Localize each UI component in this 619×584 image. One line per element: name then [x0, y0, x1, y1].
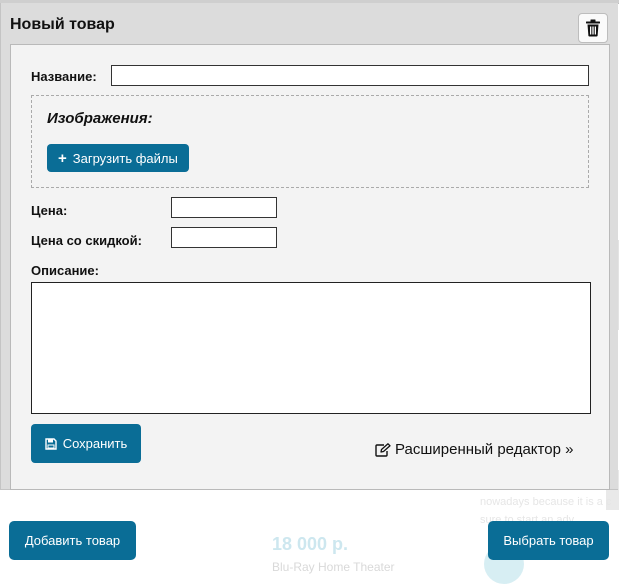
- plus-icon: +: [58, 149, 67, 167]
- panel-title: Новый товар: [10, 16, 115, 33]
- floppy-disk-icon: [44, 437, 57, 450]
- advanced-editor-link[interactable]: Расширенный редактор »: [375, 441, 573, 458]
- product-form: Название: Изображения: + Загрузить файлы…: [10, 44, 610, 490]
- discount-price-input[interactable]: [171, 227, 277, 248]
- price-label: Цена:: [31, 203, 68, 218]
- background-product-name: Blu-Ray Home Theater: [272, 560, 395, 574]
- choose-product-button[interactable]: Выбрать товар: [488, 521, 609, 560]
- trash-icon: [586, 19, 600, 37]
- images-dropzone: Изображения: + Загрузить файлы: [31, 95, 589, 188]
- description-textarea[interactable]: [31, 282, 591, 414]
- name-label: Название:: [31, 69, 97, 84]
- edit-icon: [375, 442, 391, 457]
- description-label: Описание:: [31, 263, 99, 278]
- save-button[interactable]: Сохранить: [31, 424, 141, 463]
- delete-button[interactable]: [578, 13, 608, 43]
- discount-price-label: Цена со скидкой:: [31, 233, 142, 248]
- images-title: Изображения:: [47, 110, 153, 127]
- add-product-button[interactable]: Добавить товар: [9, 521, 136, 560]
- background-price: 18 000 р.: [272, 534, 349, 554]
- advanced-editor-label: Расширенный редактор »: [395, 441, 574, 458]
- price-input[interactable]: [171, 197, 277, 218]
- upload-files-label: Загрузить файлы: [72, 150, 178, 166]
- background-snippet: nowadays because it is a c: [480, 496, 612, 508]
- upload-files-button[interactable]: + Загрузить файлы: [47, 144, 189, 172]
- new-product-panel: Новый товар Название: Изображения: + Заг…: [0, 3, 618, 490]
- save-label: Сохранить: [62, 436, 128, 451]
- name-input[interactable]: [111, 65, 589, 86]
